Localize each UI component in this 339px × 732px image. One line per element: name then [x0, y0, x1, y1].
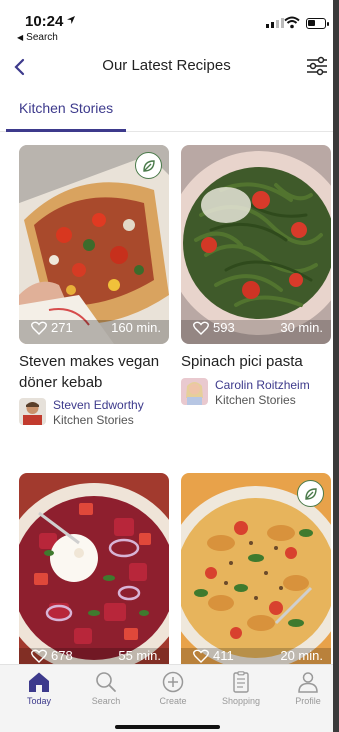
- vegetarian-badge: [297, 480, 324, 507]
- bottom-tab-bar: Today Search Create Shopping Profile: [0, 664, 333, 732]
- heart-icon: [193, 321, 209, 335]
- likes-count[interactable]: 411: [193, 648, 234, 663]
- tab-label: Create: [159, 696, 187, 706]
- avatar: [19, 398, 46, 425]
- author-org: Kitchen Stories: [53, 413, 134, 427]
- category-tabs: Kitchen Stories: [0, 90, 333, 132]
- battery-icon: [306, 18, 329, 29]
- recipe-author[interactable]: Carolin Roitzheim Kitchen Stories: [181, 378, 310, 408]
- heart-icon: [31, 649, 47, 663]
- filter-sliders-icon[interactable]: [306, 55, 328, 77]
- cook-duration: 55 min.: [118, 648, 161, 663]
- home-icon: [29, 672, 49, 692]
- leaf-icon: [142, 159, 155, 172]
- app-screen: 10:24 ◀ Search Our Latest Recipes Kitchen…: [0, 0, 333, 732]
- author-name: Steven Edworthy: [53, 398, 144, 412]
- likes-value: 271: [51, 320, 73, 335]
- device-bezel: [333, 0, 339, 732]
- recipe-author[interactable]: Steven Edworthy Kitchen Stories: [19, 398, 144, 428]
- back-triangle-icon: ◀: [17, 33, 24, 42]
- tab-create[interactable]: Create: [140, 671, 206, 706]
- recipe-title[interactable]: Steven makes vegan döner kebab: [19, 351, 169, 393]
- avatar: [181, 378, 208, 405]
- author-name: Carolin Roitzheim: [215, 378, 310, 392]
- likes-count[interactable]: 593: [193, 320, 235, 335]
- tab-label: Shopping: [221, 696, 261, 706]
- tab-today[interactable]: Today: [6, 671, 72, 706]
- leaf-icon: [304, 487, 317, 500]
- page-title: Our Latest Recipes: [102, 57, 231, 74]
- profile-icon: [298, 672, 318, 693]
- tab-profile[interactable]: Profile: [275, 671, 333, 706]
- author-org: Kitchen Stories: [215, 393, 296, 407]
- status-bar: 10:24 ◀ Search: [0, 0, 333, 46]
- tab-kitchen-stories[interactable]: Kitchen Stories: [19, 100, 113, 116]
- tab-label: Today: [26, 696, 52, 706]
- cook-duration: 20 min.: [280, 648, 323, 663]
- plus-circle-icon: [162, 671, 184, 693]
- likes-count[interactable]: 678: [31, 648, 73, 663]
- tab-label: Search: [91, 696, 121, 706]
- likes-value: 593: [213, 320, 235, 335]
- recipe-image: 678 55 min.: [19, 473, 169, 672]
- tab-search[interactable]: Search: [73, 671, 139, 706]
- tab-label: Profile: [295, 696, 321, 706]
- location-arrow-icon: [67, 16, 75, 24]
- tab-shopping[interactable]: Shopping: [208, 671, 274, 706]
- likes-value: 678: [51, 648, 73, 663]
- recipe-image: 271 160 min.: [19, 145, 169, 344]
- signal-icon: [266, 18, 284, 28]
- heart-icon: [31, 321, 47, 335]
- vegetarian-badge: [135, 152, 162, 179]
- wifi-icon: [284, 16, 300, 29]
- recipe-title[interactable]: Spinach pici pasta: [181, 351, 331, 372]
- back-app-label: Search: [26, 32, 58, 43]
- active-tab-indicator: [6, 129, 126, 132]
- nav-header: Our Latest Recipes: [0, 48, 333, 86]
- shopping-list-icon: [233, 671, 249, 693]
- back-to-app-link[interactable]: ◀ Search: [17, 32, 58, 43]
- cook-duration: 160 min.: [111, 320, 161, 335]
- home-indicator: [115, 725, 220, 729]
- recipe-image: 593 30 min.: [181, 145, 331, 344]
- recipe-image: 411 20 min.: [181, 473, 331, 672]
- likes-count[interactable]: 271: [31, 320, 73, 335]
- cook-duration: 30 min.: [280, 320, 323, 335]
- status-time: 10:24: [25, 13, 64, 30]
- likes-value: 411: [213, 648, 234, 663]
- search-icon: [96, 672, 116, 692]
- heart-icon: [193, 649, 209, 663]
